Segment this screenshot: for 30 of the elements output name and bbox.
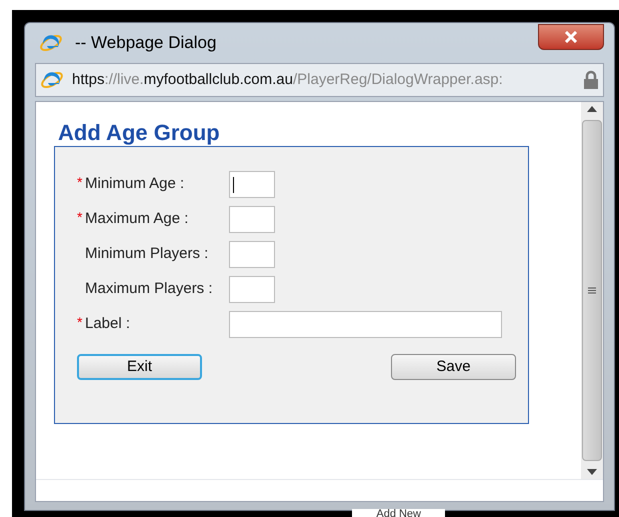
- required-mark: *: [77, 314, 82, 332]
- required-mark: *: [77, 174, 82, 192]
- required-mark: *: [77, 210, 82, 226]
- close-icon: [564, 31, 578, 43]
- input-field[interactable]: [229, 171, 275, 198]
- url-text: ://live.: [104, 70, 144, 90]
- text-cursor: [233, 176, 234, 192]
- field-label: Minimum Age :: [85, 174, 186, 194]
- input-field[interactable]: [229, 206, 275, 233]
- input-field[interactable]: [229, 311, 502, 338]
- save-button[interactable]: Save: [391, 354, 516, 380]
- window-title: -- Webpage Dialog: [75, 32, 216, 54]
- close-button[interactable]: [538, 24, 604, 50]
- url-text: myfootballclub.com.au: [144, 70, 293, 90]
- exit-button[interactable]: Exit: [77, 354, 202, 380]
- scrollbar[interactable]: [581, 102, 603, 479]
- grip-icon: [588, 287, 596, 294]
- field-label: Label :: [85, 314, 132, 334]
- field-label: Minimum Players :: [85, 244, 210, 264]
- url-text: https: [72, 70, 105, 90]
- field-label: Maximum Players :: [85, 279, 214, 300]
- scroll-thumb[interactable]: [582, 120, 602, 461]
- url-text: /PlayerReg/DialogWrapper.asp:: [292, 70, 503, 90]
- scroll-down-icon: [587, 469, 597, 475]
- form-heading: Add Age Group: [57, 122, 221, 144]
- input-field[interactable]: [229, 276, 275, 303]
- lock-icon: [583, 70, 599, 90]
- field-label: Maximum Age :: [85, 209, 190, 230]
- scroll-up-icon: [587, 106, 597, 112]
- input-field[interactable]: [229, 241, 275, 268]
